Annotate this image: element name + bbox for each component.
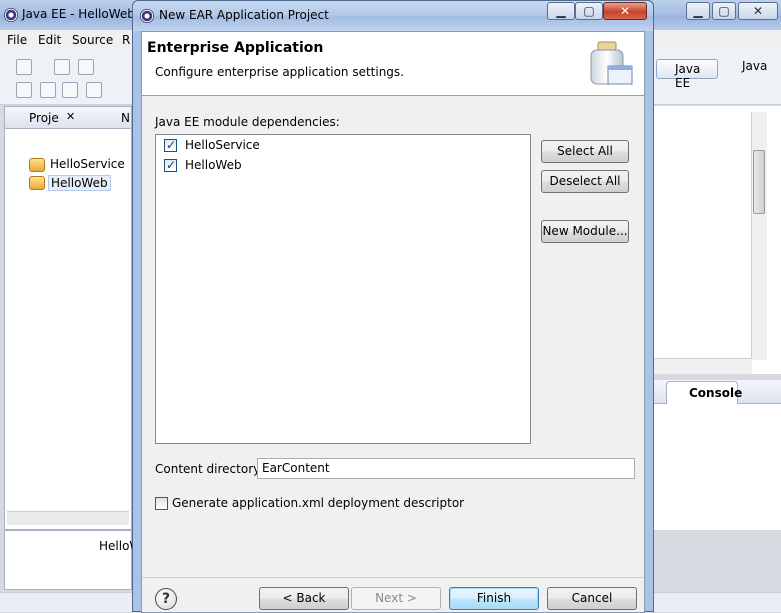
editor-hscroll[interactable] <box>652 358 752 374</box>
module-dependencies-list[interactable]: ✓ HelloService ✓ HelloWeb <box>155 134 531 444</box>
generate-descriptor-option[interactable]: Generate application.xml deployment desc… <box>155 495 485 513</box>
generate-descriptor-checkbox[interactable] <box>155 497 168 510</box>
toggle-icon[interactable] <box>62 82 78 98</box>
menu-source[interactable]: Source <box>72 33 113 47</box>
perspective-javaee-label: Java EE <box>675 62 701 90</box>
new-ear-project-dialog: New EAR Application Project ▁ ▢ ✕ Enterp… <box>132 0 654 613</box>
print-icon[interactable] <box>78 59 94 75</box>
paragraph-icon[interactable] <box>86 82 102 98</box>
eclipse-logo-icon <box>140 9 154 23</box>
dialog-body: Enterprise Application Configure enterpr… <box>141 31 645 613</box>
project-explorer-hscroll[interactable] <box>7 511 129 525</box>
project-icon <box>29 158 45 172</box>
project-explorer-tabbar: Proje ✕ N <box>5 107 131 129</box>
project-explorer-panel: Proje ✕ N HelloService HelloWeb <box>4 106 132 530</box>
deselect-all-button[interactable]: Deselect All <box>541 170 629 193</box>
background-maximize-button[interactable]: ▢ <box>712 2 736 20</box>
select-all-button[interactable]: Select All <box>541 140 629 163</box>
new-module-button[interactable]: New Module... <box>541 220 629 243</box>
module-checkbox-helloweb[interactable]: ✓ <box>164 158 177 172</box>
tree-item-helloweb[interactable]: HelloWeb <box>48 175 111 191</box>
finish-button[interactable]: Finish <box>449 587 539 610</box>
save-icon[interactable] <box>54 59 70 75</box>
content-directory-label: Content directory: <box>155 462 264 476</box>
menu-file[interactable]: File <box>7 33 27 47</box>
content-directory-input[interactable]: EarContent <box>257 458 635 479</box>
bottom-left-panel: HelloW <box>4 530 141 590</box>
next-button[interactable]: Next > <box>351 587 441 610</box>
cancel-button[interactable]: Cancel <box>547 587 637 610</box>
check-icon: ✓ <box>166 138 177 152</box>
pen-icon[interactable] <box>40 82 56 98</box>
wizard-heading: Enterprise Application <box>147 40 324 56</box>
generate-descriptor-label: Generate application.xml deployment desc… <box>172 496 465 510</box>
new-icon[interactable] <box>16 59 32 75</box>
wizard-subheading: Configure enterprise application setting… <box>155 65 404 79</box>
module-checkbox-helloservice[interactable]: ✓ <box>164 138 177 152</box>
background-minimize-button[interactable]: ▁ <box>686 2 710 20</box>
perspective-java-label: Java <box>742 59 768 73</box>
tree-item-helloservice[interactable]: HelloService <box>50 157 125 171</box>
back-button[interactable]: < Back <box>259 587 349 610</box>
background-close-button[interactable]: ✕ <box>738 2 778 20</box>
console-tab-label: Console <box>689 386 743 400</box>
eclipse-logo-icon <box>4 8 18 22</box>
connect-icon[interactable] <box>16 82 32 98</box>
jar-icon <box>590 41 633 85</box>
menu-r[interactable]: R <box>122 33 130 47</box>
module-label: HelloService <box>185 138 260 152</box>
project-explorer-tab[interactable]: Proje <box>29 111 59 125</box>
dialog-maximize-button[interactable]: ▢ <box>575 2 603 20</box>
dialog-title: New EAR Application Project <box>159 8 329 22</box>
module-dependencies-label: Java EE module dependencies: <box>155 115 340 129</box>
editor-vscroll-thumb[interactable] <box>753 150 765 214</box>
background-window-title: Java EE - HelloWeb/ <box>22 7 139 21</box>
dialog-close-button[interactable]: ✕ <box>603 2 647 20</box>
console-tab[interactable]: Console <box>666 381 742 404</box>
check-icon: ✓ <box>166 158 177 172</box>
module-label: HelloWeb <box>185 158 242 172</box>
perspective-javaee-button[interactable]: Java EE <box>656 59 718 90</box>
project-icon <box>29 176 45 190</box>
menu-edit[interactable]: Edit <box>38 33 61 47</box>
wizard-banner: Enterprise Application Configure enterpr… <box>142 32 644 96</box>
dialog-title-bar: New EAR Application Project ▁ ▢ ✕ <box>133 1 653 31</box>
help-icon[interactable]: ? <box>155 588 177 610</box>
button-bar-separator <box>142 577 644 578</box>
tab-close-icon[interactable]: ✕ <box>66 110 75 123</box>
dialog-minimize-button[interactable]: ▁ <box>547 2 575 20</box>
navigator-tab[interactable]: N <box>121 111 130 125</box>
